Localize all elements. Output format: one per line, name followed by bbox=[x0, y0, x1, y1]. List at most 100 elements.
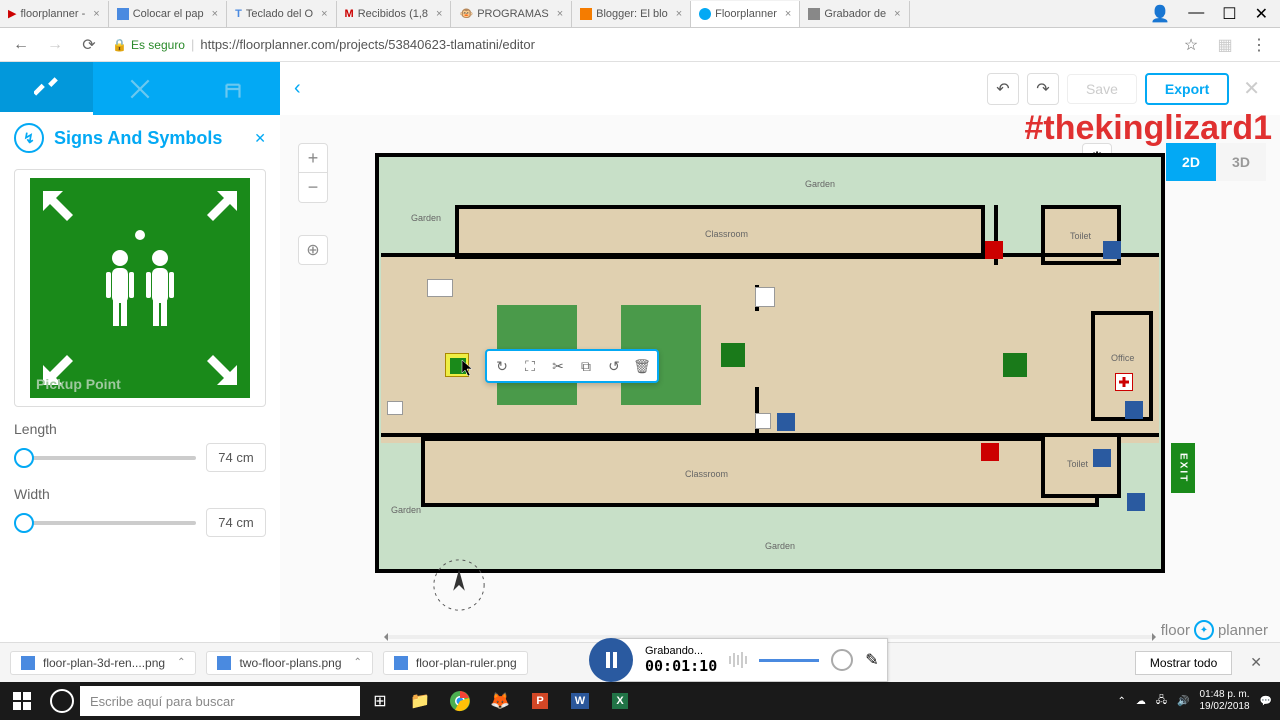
info-icon[interactable] bbox=[1127, 493, 1145, 511]
forward-icon[interactable]: → bbox=[44, 36, 66, 54]
tab-4[interactable]: 🐵PROGRAMAS× bbox=[451, 1, 572, 27]
reload-icon[interactable]: ⟳ bbox=[78, 35, 100, 55]
close-icon[interactable]: × bbox=[676, 8, 682, 20]
url-input[interactable]: 🔒 Es seguro | https://floorplanner.com/p… bbox=[112, 37, 1168, 52]
maximize-icon[interactable]: ☐ bbox=[1222, 4, 1236, 24]
pause-button[interactable] bbox=[589, 638, 633, 682]
star-icon[interactable]: ☆ bbox=[1180, 35, 1202, 55]
rotate-left-icon[interactable]: ↺ bbox=[603, 355, 625, 377]
compass-icon[interactable] bbox=[430, 556, 488, 614]
resize-icon[interactable]: ⛶ bbox=[519, 355, 541, 377]
build-tab[interactable] bbox=[0, 62, 93, 115]
symbol-preview[interactable]: Pickup Point bbox=[14, 169, 266, 407]
close-icon[interactable]: × bbox=[321, 8, 327, 20]
file-explorer-icon[interactable]: 📁 bbox=[400, 682, 440, 720]
notifications-icon[interactable]: 💬 bbox=[1260, 696, 1272, 707]
undo-icon[interactable]: ↶ bbox=[987, 73, 1019, 105]
network-icon[interactable]: 🖧 bbox=[1156, 693, 1167, 710]
exit-sign[interactable]: EXIT bbox=[1171, 443, 1195, 493]
powerpoint-icon[interactable]: P bbox=[520, 682, 560, 720]
webcam-toggle-icon[interactable] bbox=[831, 649, 853, 671]
extension-icon[interactable]: ▦ bbox=[1214, 35, 1236, 55]
window-icon[interactable] bbox=[755, 287, 775, 307]
close-icon[interactable]: × bbox=[785, 8, 791, 20]
delete-icon[interactable]: 🗑 bbox=[631, 355, 653, 377]
restroom-icon[interactable] bbox=[1093, 449, 1111, 467]
furniture-tab[interactable] bbox=[187, 62, 280, 115]
onedrive-icon[interactable]: ☁ bbox=[1136, 696, 1146, 707]
chrome-icon[interactable] bbox=[440, 682, 480, 720]
show-all-button[interactable]: Mostrar todo bbox=[1135, 651, 1232, 675]
edit-icon[interactable]: ✎ bbox=[865, 650, 878, 670]
close-window-icon[interactable]: ✕ bbox=[1255, 4, 1268, 24]
tab-0[interactable]: ▶floorplanner -× bbox=[0, 1, 109, 27]
canvas[interactable]: + − ⊕ ⚙ 2D 3D #thekinglizard1 bbox=[280, 115, 1280, 642]
assembly-sign-icon[interactable] bbox=[1003, 353, 1027, 377]
tab-7[interactable]: Grabador de× bbox=[800, 1, 909, 27]
close-icon[interactable]: × bbox=[557, 8, 563, 20]
close-icon[interactable]: × bbox=[212, 8, 218, 20]
restroom-icon[interactable] bbox=[1103, 241, 1121, 259]
length-slider[interactable] bbox=[14, 456, 196, 460]
download-item[interactable]: two-floor-plans.png⌃ bbox=[206, 651, 372, 675]
view-3d-button[interactable]: 3D bbox=[1216, 143, 1266, 181]
window-controls: 👤 — ☐ ✕ bbox=[1150, 4, 1280, 24]
excel-icon[interactable]: X bbox=[600, 682, 640, 720]
tab-3[interactable]: MRecibidos (1,8× bbox=[337, 1, 452, 27]
door-icon[interactable] bbox=[387, 401, 403, 415]
door-icon[interactable] bbox=[427, 279, 453, 297]
rotate-icon[interactable]: ↻ bbox=[491, 355, 513, 377]
save-button[interactable]: Save bbox=[1067, 74, 1137, 104]
zoom-in-icon[interactable]: + bbox=[298, 143, 328, 173]
accessibility-icon[interactable] bbox=[777, 413, 795, 431]
user-icon[interactable]: 👤 bbox=[1150, 4, 1170, 24]
search-input[interactable]: Escribe aquí para buscar bbox=[80, 686, 360, 716]
width-slider[interactable] bbox=[14, 521, 196, 525]
copy-icon[interactable]: ⧉ bbox=[575, 355, 597, 377]
volume-slider[interactable] bbox=[759, 659, 819, 662]
close-icon[interactable]: × bbox=[894, 8, 900, 20]
close-icon[interactable]: ✕ bbox=[1242, 654, 1270, 671]
length-value[interactable]: 74 cm bbox=[206, 443, 266, 472]
back-icon[interactable]: ← bbox=[10, 36, 32, 54]
decorate-tab[interactable] bbox=[93, 62, 186, 115]
menu-icon[interactable]: ⋮ bbox=[1248, 35, 1270, 55]
window-icon[interactable] bbox=[755, 413, 771, 429]
chevron-up-icon[interactable]: ⌃ bbox=[177, 657, 185, 668]
close-icon[interactable]: × bbox=[93, 8, 99, 20]
fire-ext-icon[interactable] bbox=[985, 241, 1003, 259]
firefox-icon[interactable]: 🦊 bbox=[480, 682, 520, 720]
info-icon[interactable] bbox=[1125, 401, 1143, 419]
clock[interactable]: 01:48 p. m. 19/02/2018 bbox=[1199, 689, 1249, 713]
first-aid-icon[interactable] bbox=[1115, 373, 1133, 391]
download-item[interactable]: floor-plan-ruler.png bbox=[383, 651, 528, 675]
download-item[interactable]: floor-plan-3d-ren....png⌃ bbox=[10, 651, 196, 675]
close-icon[interactable]: × bbox=[436, 8, 442, 20]
tab-5[interactable]: Blogger: El blo× bbox=[572, 1, 691, 27]
tab-6[interactable]: Floorplanner× bbox=[691, 1, 800, 27]
cortana-icon[interactable] bbox=[50, 689, 74, 713]
tab-1[interactable]: Colocar el pap× bbox=[109, 1, 227, 27]
chevron-up-icon[interactable]: ⌃ bbox=[1117, 696, 1125, 707]
system-tray[interactable]: ⌃ ☁ 🖧 🔊 01:48 p. m. 19/02/2018 💬 bbox=[1117, 689, 1280, 713]
close-icon[interactable]: ✕ bbox=[254, 130, 266, 147]
panel-back-icon[interactable]: ‹ bbox=[294, 77, 322, 100]
browser-tab-strip: ▶floorplanner -× Colocar el pap× TTeclad… bbox=[0, 0, 1280, 28]
close-icon[interactable]: ✕ bbox=[1237, 76, 1266, 101]
assembly-sign-icon[interactable] bbox=[721, 343, 745, 367]
task-view-icon[interactable]: ⊞ bbox=[360, 682, 400, 720]
redo-icon[interactable]: ↷ bbox=[1027, 73, 1059, 105]
floor-plan[interactable]: ↻ ⛶ ✂ ⧉ ↺ 🗑 Garden Garden Garden Garden … bbox=[375, 153, 1175, 573]
width-value[interactable]: 74 cm bbox=[206, 508, 266, 537]
fire-ext-icon[interactable] bbox=[981, 443, 999, 461]
tab-2[interactable]: TTeclado del O× bbox=[227, 1, 336, 27]
minimize-icon[interactable]: — bbox=[1188, 4, 1204, 24]
volume-icon[interactable]: 🔊 bbox=[1177, 696, 1189, 707]
mirror-icon[interactable]: ✂ bbox=[547, 355, 569, 377]
zoom-out-icon[interactable]: − bbox=[298, 173, 328, 203]
word-icon[interactable]: W bbox=[560, 682, 600, 720]
export-button[interactable]: Export bbox=[1145, 73, 1229, 105]
chevron-up-icon[interactable]: ⌃ bbox=[354, 657, 362, 668]
start-button[interactable] bbox=[0, 682, 44, 720]
recenter-icon[interactable]: ⊕ bbox=[298, 235, 328, 265]
